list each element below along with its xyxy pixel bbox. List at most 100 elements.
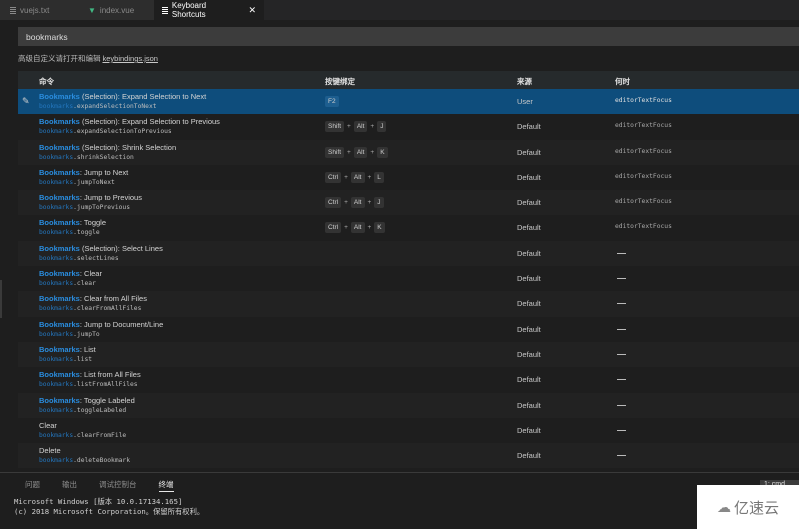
command-namespace: bookmarks [39,381,74,389]
command-title: Bookmarks (Selection): Expand Selection … [39,117,220,126]
command-label: (Selection): Expand Selection to Previou… [79,117,220,127]
terminal-output[interactable]: Microsoft Windows [版本 10.0.17134.165] (c… [14,497,204,517]
when-empty-dash [617,303,626,305]
command-category: Bookmarks [39,218,80,228]
command-cell: Bookmarks: Jump to Next bookmarks.jumpToN… [39,168,128,186]
file-lines-icon [10,6,16,14]
table-row[interactable]: Clear bookmarks.clearFromFile Default [18,417,799,444]
source-cell: Default [517,223,541,233]
key-plus: + [344,199,348,207]
command-cell: Bookmarks: Jump to Document/Line bookmark… [39,320,163,338]
command-title: Delete [39,446,61,455]
when-empty-dash [617,353,626,355]
keybinding-cell: F2 [325,96,339,107]
command-namespace: bookmarks [39,330,74,338]
tab-index-vue[interactable]: ▼ index.vue [78,0,154,20]
keybindings-json-link[interactable]: keybindings.json [103,54,158,63]
command-title: Bookmarks: Toggle Labeled [39,396,135,405]
key-plus: + [367,224,372,232]
command-id-suffix: .selectLines [73,254,119,262]
table-row[interactable]: Bookmarks: Clear bookmarks.clear Default [18,266,799,292]
panel-tab-terminal[interactable]: 终端 [158,479,174,492]
command-title: Bookmarks: List [39,345,96,354]
command-namespace: bookmarks [39,254,74,262]
edit-pencil-icon[interactable]: ✎ [22,96,30,107]
keybindings-table: ✎ Bookmarks (Selection): Expand Selection… [18,89,799,469]
tab-keyboard-shortcuts[interactable]: Keyboard Shortcuts ✕ [154,0,264,20]
column-header-source[interactable]: 来源 [517,76,532,87]
table-row[interactable]: Bookmarks: Toggle bookmarks.toggle Ctrl + Al… [18,215,799,241]
command-label: : List from All Files [79,370,141,380]
command-title: Bookmarks (Selection): Select Lines [39,244,163,253]
when-empty-dash [617,429,626,431]
table-row[interactable]: Bookmarks: List bookmarks.list Default [18,341,799,368]
command-title: Bookmarks: Toggle [39,218,106,227]
command-id-suffix: .clearFromAllFiles [73,305,142,313]
when-cell: editorTextFocus [615,223,672,231]
table-row[interactable]: Bookmarks: List from All Files bookmarks.… [18,367,799,393]
source-cell: Default [517,122,541,132]
column-header-when[interactable]: 何时 [615,76,630,87]
table-row[interactable]: Bookmarks: Jump to Previous bookmarks.jum… [18,190,799,216]
key-label: J [377,121,387,133]
keybinding-cell: Ctrl + Alt + J [325,197,384,209]
file-lines-icon [162,6,168,14]
command-id: bookmarks.toggle [39,229,106,236]
command-category: Bookmarks [39,167,80,177]
key-label: Alt [353,121,368,133]
column-header-command[interactable]: 命令 [39,76,54,87]
command-namespace: bookmarks [39,431,74,439]
panel-tab-debug-console[interactable]: 调试控制台 [99,479,137,492]
command-category: Bookmarks [39,395,80,405]
vue-icon: ▼ [88,5,96,15]
table-row[interactable]: Bookmarks (Selection): Select Lines bookm… [18,240,799,267]
table-row[interactable]: Bookmarks: Clear from All Files bookmarks… [18,291,799,317]
command-title: Clear [39,421,57,430]
column-header-keybinding[interactable]: 按键绑定 [325,76,355,87]
when-empty-dash [617,404,626,406]
table-row[interactable]: Bookmarks: Jump to Next bookmarks.jumpToN… [18,164,799,191]
keybindings-search-input[interactable]: bookmarks [18,27,799,46]
table-row[interactable]: Bookmarks (Selection): Expand Selection … [18,114,799,140]
command-id: bookmarks.jumpToPrevious [39,204,142,211]
key-label: J [374,197,384,209]
command-cell: Bookmarks (Selection): Expand Selection … [39,92,206,110]
command-category: Bookmarks [39,319,80,329]
keybinding-cell: Ctrl + Alt + L [325,171,384,183]
command-id-suffix: .jumpTo [73,330,100,338]
command-namespace: bookmarks [39,305,74,313]
command-namespace: bookmarks [39,406,74,414]
command-cell: Delete bookmarks.deleteBookmark [39,446,130,464]
table-row[interactable]: Delete bookmarks.deleteBookmark Default [18,443,799,469]
command-category: Bookmarks [39,344,80,354]
table-row[interactable]: ✎ Bookmarks (Selection): Expand Selection… [18,89,799,115]
tab-vuejs-txt[interactable]: vuejs.txt [0,0,78,20]
close-icon[interactable]: ✕ [248,5,256,16]
advanced-customization-hint: 高级自定义请打开和编辑 keybindings.json [18,53,158,64]
command-cell: Bookmarks (Selection): Expand Selection … [39,117,220,135]
key-label: Shift [325,146,345,158]
command-cell: Bookmarks (Selection): Select Lines bookm… [39,244,163,262]
key-plus: + [344,224,348,232]
command-namespace: bookmarks [39,229,74,237]
panel-tab-problems[interactable]: 问题 [25,479,40,492]
panel-tab-output[interactable]: 输出 [62,479,77,492]
key-label: Alt [350,222,365,234]
command-id: bookmarks.jumpTo [39,331,163,338]
command-cell: Clear bookmarks.clearFromFile [39,421,126,439]
table-row[interactable]: Bookmarks (Selection): Shrink Selection b… [18,139,799,165]
sidebar-sash[interactable] [0,280,2,318]
panel-tabs: 问题 输出 调试控制台 终端 [25,479,196,492]
command-id: bookmarks.clearFromFile [39,432,126,439]
command-id: bookmarks.selectLines [39,255,163,262]
table-row[interactable]: Bookmarks: Jump to Document/Line bookmark… [18,316,799,342]
command-label: : Jump to Document/Line [79,319,164,329]
command-id: bookmarks.jumpToNext [39,179,128,186]
command-category: Bookmarks [39,117,80,127]
source-cell: Default [517,451,541,461]
key-label: F2 [325,96,339,107]
tab-label: Keyboard Shortcuts [171,1,207,19]
source-cell: Default [517,248,541,258]
command-cell: Bookmarks: Jump to Previous bookmarks.jum… [39,193,142,211]
table-row[interactable]: Bookmarks: Toggle Labeled bookmarks.toggl… [18,392,799,418]
